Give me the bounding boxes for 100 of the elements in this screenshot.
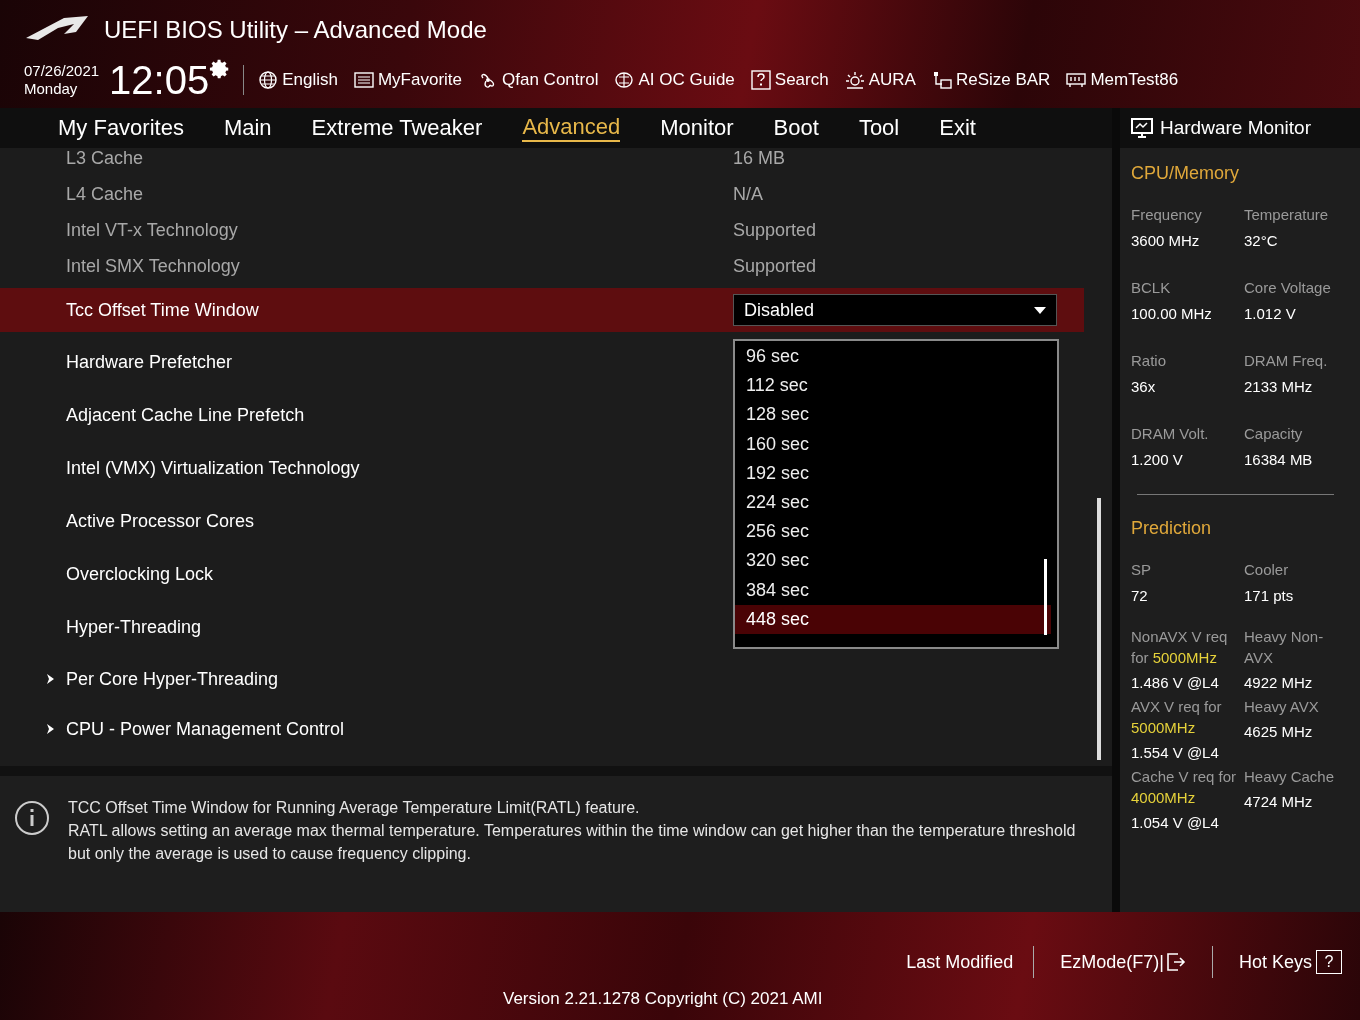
menu-tab[interactable]: Advanced	[522, 114, 621, 142]
scrollbar[interactable]	[1097, 498, 1101, 760]
hot-keys-button[interactable]: Hot Keys ?	[1212, 948, 1342, 976]
dropdown-option[interactable]: 112 sec	[735, 371, 1043, 401]
setting-row[interactable]: Intel (VMX) Virtualization Technology	[0, 442, 720, 495]
date-text: 07/26/2021	[24, 62, 100, 80]
help-text: RATL allows setting an average max thermal temperature. Temperatures within the time window can get higher than the temperature threshold but only the average is used to cause frequency clipping.	[68, 821, 1077, 864]
setting-label: Hyper-Threading	[66, 616, 202, 639]
scrollbar[interactable]	[1044, 559, 1047, 635]
monitor-value: 72	[1131, 586, 1149, 606]
monitor-label: AVX V req for 5000MHz	[1131, 697, 1223, 738]
toolbar-button[interactable]: AURA	[844, 67, 916, 93]
globe-icon	[258, 70, 279, 90]
monitor-value: 1.486 V @L4	[1131, 673, 1220, 693]
clock-time: 12:05	[109, 60, 210, 100]
setting-row[interactable]: CPU - Power Management Control	[0, 704, 720, 754]
section-title: CPU/Memory	[1131, 162, 1240, 185]
monitor-label: Heavy Non-AVX	[1244, 627, 1325, 668]
dropdown-option[interactable]: 96 sec	[735, 342, 1043, 372]
menu-tab[interactable]: Monitor	[660, 115, 734, 141]
monitor-label: Heavy AVX	[1244, 697, 1320, 717]
toolbar-button[interactable]: English	[258, 67, 338, 93]
help-icon	[750, 70, 771, 90]
setting-row[interactable]: Hyper-Threading	[0, 601, 720, 654]
memory-icon	[1066, 70, 1087, 90]
monitor-value: 4922 MHz	[1244, 673, 1314, 693]
menu-tab[interactable]: Boot	[773, 115, 819, 141]
monitor-label: DRAM Freq.	[1244, 351, 1329, 371]
monitor-label: Cache V req for 4000MHz	[1131, 767, 1238, 808]
caret-icon	[1034, 306, 1046, 314]
monitor-value: 2133 MHz	[1244, 377, 1314, 397]
monitor-label: SP	[1131, 560, 1152, 580]
setting-label: Intel VT-x Technology	[66, 218, 239, 242]
dropdown-option[interactable]: 192 sec	[735, 458, 1043, 488]
menu-tab[interactable]: Main	[223, 115, 272, 141]
setting-row[interactable]: Tcc Offset Time Window Disabled	[0, 288, 1084, 332]
submenu-link[interactable]: Per Core Hyper-Threading	[66, 665, 279, 693]
chevron-icon	[46, 723, 56, 735]
dropdown-option[interactable]: 448 sec	[735, 604, 1051, 634]
ezmode-button[interactable]: EzMode(F7)|	[1034, 948, 1212, 976]
monitor-label: DRAM Volt.	[1131, 424, 1210, 444]
toolbar-button[interactable]: MemTest86	[1066, 67, 1179, 93]
setting-label: Hardware Prefetcher	[66, 351, 233, 374]
setting-label: Active Processor Cores	[66, 510, 255, 533]
monitor-value: 16384 MB	[1244, 450, 1314, 470]
list-icon	[353, 70, 374, 90]
toolbar-button[interactable]: Search	[750, 67, 829, 93]
dropdown-option[interactable]: 128 sec	[735, 400, 1043, 430]
menu-tab[interactable]: My Favorites	[58, 115, 184, 141]
setting-value: Supported	[733, 218, 817, 242]
toolbar-button[interactable]: AI OC Guide	[614, 67, 735, 93]
monitor-value: 1.200 V	[1131, 450, 1184, 470]
setting-row[interactable]: Hardware Prefetcher	[0, 336, 720, 389]
day-text: Monday	[24, 80, 79, 98]
help-text: TCC Offset Time Window for Running Average Temperature Limit(RATL) feature.	[68, 798, 641, 818]
submenu-link[interactable]: CPU - Power Management Control	[66, 715, 345, 743]
menu-tab[interactable]: Tool	[858, 115, 900, 141]
setting-row[interactable]: Adjacent Cache Line Prefetch	[0, 389, 720, 442]
setting-value: N/A	[733, 182, 763, 206]
menu-tab[interactable]: Exit	[939, 115, 976, 141]
monitor-value: 4724 MHz	[1244, 792, 1314, 812]
monitor-label: Ratio	[1131, 351, 1168, 371]
light-icon	[844, 70, 865, 90]
monitor-label: Frequency	[1131, 205, 1203, 225]
setting-label: Overclocking Lock	[66, 563, 214, 586]
dropdown-option[interactable]: 256 sec	[735, 517, 1043, 547]
monitor-value: 4625 MHz	[1244, 722, 1314, 742]
monitor-label: NonAVX V req for 5000MHz	[1131, 627, 1229, 668]
setting-label: L3 Cache	[66, 148, 145, 170]
menu-tab[interactable]: Extreme Tweaker	[311, 115, 483, 141]
monitor-value: 3600 MHz	[1131, 231, 1201, 251]
panel-title: Hardware Monitor	[1160, 115, 1311, 140]
setting-row[interactable]: Overclocking Lock	[0, 548, 720, 601]
dropdown-option[interactable]: 384 sec	[735, 575, 1043, 605]
dropdown-option[interactable]: 160 sec	[735, 429, 1043, 459]
setting-value: Supported	[733, 254, 817, 278]
setting-row[interactable]: Active Processor Cores	[0, 495, 720, 548]
window-title: UEFI BIOS Utility – Advanced Mode	[104, 15, 487, 45]
setting-label: L4 Cache	[66, 182, 145, 206]
info-icon	[14, 800, 50, 836]
setting-label: Tcc Offset Time Window	[66, 298, 260, 322]
setting-label: Intel SMX Technology	[66, 254, 241, 278]
toolbar-button[interactable]: ReSize BAR	[931, 67, 1051, 93]
monitor-label: Heavy Cache	[1244, 767, 1336, 787]
setting-label: Adjacent Cache Line Prefetch	[66, 404, 305, 427]
select-field[interactable]: Disabled	[733, 294, 1057, 326]
toolbar-button[interactable]: MyFavorite	[353, 67, 463, 93]
dropdown-option[interactable]: 224 sec	[735, 487, 1043, 518]
monitor-label: Cooler	[1244, 560, 1290, 580]
monitor-value: 171 pts	[1244, 586, 1295, 606]
setting-value: 16 MB	[733, 148, 786, 170]
setting-row[interactable]: Per Core Hyper-Threading	[0, 654, 720, 704]
monitor-value: 1.554 V @L4	[1131, 743, 1220, 763]
monitor-label: BCLK	[1131, 278, 1172, 298]
monitor-label: Capacity	[1244, 424, 1304, 444]
monitor-value: 36x	[1131, 377, 1157, 397]
dropdown-option[interactable]: 320 sec	[735, 546, 1043, 576]
card-icon	[931, 70, 952, 90]
last-modified-button[interactable]: Last Modified	[906, 948, 1034, 976]
toolbar-button[interactable]: Qfan Control	[478, 67, 599, 93]
